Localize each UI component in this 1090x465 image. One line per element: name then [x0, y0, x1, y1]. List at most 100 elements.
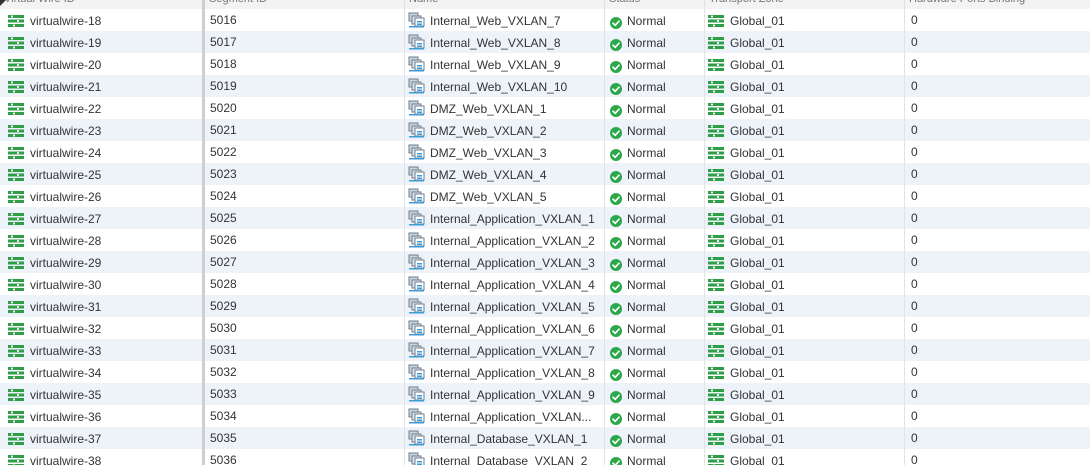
column-divider[interactable] [404, 0, 405, 465]
switch-name[interactable]: DMZ_Web_VXLAN_1 [430, 102, 547, 116]
transport-zone-name[interactable]: Global_01 [730, 234, 785, 248]
table-row[interactable]: virtualwire-27 5025 Internal_Application_V… [0, 207, 1090, 229]
status-cell: Normal [610, 361, 702, 383]
column-divider[interactable] [202, 0, 205, 465]
table-row[interactable]: virtualwire-25 5023 DMZ_Web_VXLAN_4 Normal G… [0, 163, 1090, 185]
transport-zone-name[interactable]: Global_01 [730, 102, 785, 116]
table-row[interactable]: virtualwire-33 5031 Internal_Application_V… [0, 339, 1090, 361]
transport-zone-name[interactable]: Global_01 [730, 36, 785, 50]
switch-name[interactable]: Internal_Application_VXLAN_5 [430, 300, 595, 314]
virtual-wire-cell: virtualwire-32 [8, 317, 203, 339]
table-row[interactable]: virtualwire-26 5024 DMZ_Web_VXLAN_5 Normal G… [0, 185, 1090, 207]
transport-zone-cell: Global_01 [708, 97, 904, 119]
transport-zone-name[interactable]: Global_01 [730, 146, 785, 160]
transport-zone-name[interactable]: Global_01 [730, 190, 785, 204]
table-row[interactable]: virtualwire-36 5034 Internal_Application_V… [0, 405, 1090, 427]
switch-name[interactable]: Internal_Application_VXLAN_3 [430, 256, 595, 270]
table-row[interactable]: virtualwire-37 5035 Internal_Database_VXLA… [0, 427, 1090, 449]
table-row[interactable]: virtualwire-22 5020 DMZ_Web_VXLAN_1 Normal G… [0, 97, 1090, 119]
transport-zone-name[interactable]: Global_01 [730, 366, 785, 380]
port-group-icon [408, 34, 425, 50]
table-row[interactable]: virtualwire-24 5022 DMZ_Web_VXLAN_3 Normal G… [0, 141, 1090, 163]
segment-id: 5028 [210, 277, 237, 291]
transport-zone-icon [708, 189, 724, 203]
column-divider[interactable] [604, 0, 605, 465]
transport-zone-cell: Global_01 [708, 141, 904, 163]
hardware-ports-binding: 0 [911, 387, 918, 401]
transport-zone-icon [708, 145, 724, 159]
transport-zone-name[interactable]: Global_01 [730, 344, 785, 358]
transport-zone-name[interactable]: Global_01 [730, 124, 785, 138]
table-row[interactable]: virtualwire-19 5017 Internal_Web_VXLAN_8 No… [0, 31, 1090, 53]
switch-name[interactable]: Internal_Application_VXLAN_4 [430, 278, 595, 292]
switch-name[interactable]: DMZ_Web_VXLAN_5 [430, 190, 547, 204]
hardware-ports-binding: 0 [911, 431, 918, 445]
status-text: Normal [627, 409, 666, 424]
transport-zone-name[interactable]: Global_01 [730, 278, 785, 292]
table-row[interactable]: virtualwire-38 5036 Internal_Database_VXLA… [0, 449, 1090, 465]
transport-zone-name[interactable]: Global_01 [730, 80, 785, 94]
column-divider[interactable] [704, 0, 705, 465]
transport-zone-name[interactable]: Global_01 [730, 410, 785, 424]
segment-id: 5032 [210, 365, 237, 379]
table-row[interactable]: virtualwire-32 5030 Internal_Application_V… [0, 317, 1090, 339]
segment-id: 5020 [210, 101, 237, 115]
table-row[interactable]: virtualwire-18 5016 Internal_Web_VXLAN_7 No… [0, 9, 1090, 31]
table-row[interactable]: virtualwire-20 5018 Internal_Web_VXLAN_9 No… [0, 53, 1090, 75]
switch-name[interactable]: Internal_Application_VXLAN_1 [430, 212, 595, 226]
port-group-icon [408, 320, 425, 336]
switch-name[interactable]: Internal_Database_VXLAN_1 [430, 432, 587, 446]
switch-name[interactable]: Internal_Application_VXLAN... [430, 410, 591, 424]
switch-name[interactable]: Internal_Application_VXLAN_6 [430, 322, 595, 336]
table-row[interactable]: virtualwire-23 5021 DMZ_Web_VXLAN_2 Normal G… [0, 119, 1090, 141]
column-header-segment-id[interactable]: Segment ID [205, 0, 405, 9]
switch-name[interactable]: Internal_Application_VXLAN_7 [430, 344, 595, 358]
column-header-name[interactable]: Name [405, 0, 605, 9]
virtual-wire-icon [8, 211, 24, 225]
switch-name[interactable]: Internal_Application_VXLAN_9 [430, 388, 595, 402]
transport-zone-name[interactable]: Global_01 [730, 300, 785, 314]
column-header-hardware-ports-binding[interactable]: Hardware Ports Binding [905, 0, 1090, 9]
transport-zone-icon [708, 79, 724, 93]
column-header-virtual-wire-id[interactable]: Virtual Wire ID [0, 0, 205, 9]
virtual-wire-id: virtualwire-26 [30, 189, 102, 204]
status-cell: Normal [610, 207, 702, 229]
virtual-wire-cell: virtualwire-18 [8, 9, 203, 31]
virtual-wire-id: virtualwire-18 [30, 13, 102, 28]
table-row[interactable]: virtualwire-28 5026 Internal_Application_V… [0, 229, 1090, 251]
column-header-status[interactable]: Status [605, 0, 705, 9]
transport-zone-cell: Global_01 [708, 427, 904, 449]
switch-name[interactable]: Internal_Web_VXLAN_10 [430, 80, 567, 94]
transport-zone-name[interactable]: Global_01 [730, 168, 785, 182]
switch-name[interactable]: Internal_Web_VXLAN_9 [430, 58, 561, 72]
status-text: Normal [627, 321, 666, 336]
transport-zone-name[interactable]: Global_01 [730, 322, 785, 336]
transport-zone-name[interactable]: Global_01 [730, 454, 785, 465]
table-row[interactable]: virtualwire-21 5019 Internal_Web_VXLAN_10 N… [0, 75, 1090, 97]
switch-name[interactable]: Internal_Application_VXLAN_8 [430, 366, 595, 380]
transport-zone-name[interactable]: Global_01 [730, 212, 785, 226]
status-ok-icon [610, 212, 622, 227]
transport-zone-name[interactable]: Global_01 [730, 58, 785, 72]
switch-name[interactable]: DMZ_Web_VXLAN_2 [430, 124, 547, 138]
virtual-wire-icon [8, 387, 24, 401]
table-row[interactable]: virtualwire-35 5033 Internal_Application_V… [0, 383, 1090, 405]
table-row[interactable]: virtualwire-31 5029 Internal_Application_V… [0, 295, 1090, 317]
switch-name[interactable]: Internal_Application_VXLAN_2 [430, 234, 595, 248]
switch-name[interactable]: Internal_Web_VXLAN_8 [430, 36, 561, 50]
transport-zone-name[interactable]: Global_01 [730, 256, 785, 270]
transport-zone-name[interactable]: Global_01 [730, 14, 785, 28]
switch-name[interactable]: DMZ_Web_VXLAN_4 [430, 168, 547, 182]
column-divider[interactable] [904, 0, 905, 465]
switch-name[interactable]: Internal_Database_VXLAN_2 [430, 454, 587, 465]
column-header-transport-zone[interactable]: Transport Zone [705, 0, 905, 9]
switch-name[interactable]: DMZ_Web_VXLAN_3 [430, 146, 547, 160]
table-row[interactable]: virtualwire-29 5027 Internal_Application_V… [0, 251, 1090, 273]
transport-zone-name[interactable]: Global_01 [730, 432, 785, 446]
virtual-wire-cell: virtualwire-33 [8, 339, 203, 361]
transport-zone-name[interactable]: Global_01 [730, 388, 785, 402]
table-row[interactable]: virtualwire-34 5032 Internal_Application_V… [0, 361, 1090, 383]
table-row[interactable]: virtualwire-30 5028 Internal_Application_V… [0, 273, 1090, 295]
switch-name[interactable]: Internal_Web_VXLAN_7 [430, 14, 561, 28]
status-cell: Normal [610, 449, 702, 465]
